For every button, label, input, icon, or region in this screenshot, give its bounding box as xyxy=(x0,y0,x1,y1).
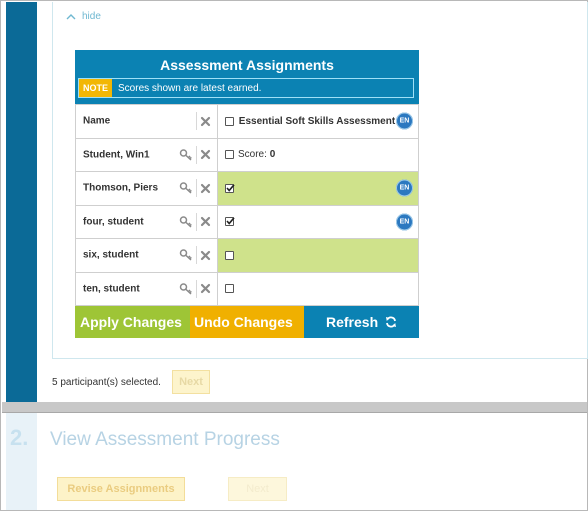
apply-changes-button[interactable]: Apply Changes xyxy=(75,306,190,338)
assessment-header-cell: Essential Soft Skills Assessment EN xyxy=(217,104,419,139)
separator xyxy=(196,179,197,198)
assign-checkbox[interactable] xyxy=(225,183,235,193)
name-header-cell: Name xyxy=(75,104,218,139)
assign-checkbox[interactable] xyxy=(225,284,234,294)
assessment-column-header: Essential Soft Skills Assessment xyxy=(238,115,396,127)
student-name-cell: Student, Win1 xyxy=(75,137,218,172)
assignments-table: Name Essential Soft Skills Assessment EN xyxy=(75,104,419,306)
note-badge: NOTE xyxy=(79,79,113,97)
key-icon[interactable] xyxy=(179,248,193,262)
student-name: ten, student xyxy=(83,283,140,295)
remove-icon[interactable] xyxy=(200,183,211,194)
widget-title: Assessment Assignments xyxy=(160,57,334,73)
assign-checkbox[interactable] xyxy=(225,217,235,227)
student-name-cell: Thomson, Piers xyxy=(75,171,218,206)
assign-checkbox[interactable] xyxy=(225,250,234,260)
step-1-sidebar-bar xyxy=(6,2,37,402)
separator xyxy=(196,112,197,131)
language-badge: EN xyxy=(396,112,413,130)
table-row: Thomson, Piers EN xyxy=(75,171,419,206)
key-icon[interactable] xyxy=(179,181,193,195)
refresh-icon xyxy=(386,316,397,328)
undo-changes-button[interactable]: Undo Changes xyxy=(190,306,304,338)
language-badge: EN xyxy=(396,179,413,197)
step-1-section: hide Assessment Assignments NOTE Scores … xyxy=(2,2,588,402)
remove-all-icon[interactable] xyxy=(200,116,211,127)
assessment-cell: Score: 0 xyxy=(217,137,419,172)
table-row: four, student EN xyxy=(75,204,419,239)
note-text: Scores shown are latest earned. xyxy=(118,82,262,94)
score-label: Score: xyxy=(238,149,267,161)
refresh-label: Refresh xyxy=(325,314,379,330)
checkmark-icon xyxy=(226,183,235,192)
remove-icon[interactable] xyxy=(200,250,211,261)
student-name: four, student xyxy=(83,216,144,228)
assessment-cell: EN xyxy=(217,171,419,206)
student-name: Thomson, Piers xyxy=(83,182,159,194)
action-buttons: Apply Changes Undo Changes Refresh xyxy=(75,306,419,338)
table-row: ten, student xyxy=(75,271,419,306)
section-divider xyxy=(2,402,587,413)
note-bar: NOTE Scores shown are latest earned. xyxy=(78,78,414,98)
assessment-assignments-widget: Assessment Assignments NOTE Scores shown… xyxy=(75,50,419,338)
step-2-next-button[interactable]: Next xyxy=(228,477,287,501)
window-frame: hide Assessment Assignments NOTE Scores … xyxy=(0,0,588,511)
separator xyxy=(196,246,197,265)
table-header-row: Name Essential Soft Skills Assessment EN xyxy=(75,104,419,139)
assessment-cell: EN xyxy=(217,204,419,239)
step-2-section: 2. View Assessment Progress Revise Assig… xyxy=(2,413,587,510)
select-all-checkbox[interactable] xyxy=(225,116,234,126)
next-button[interactable]: Next xyxy=(172,370,210,394)
table-row: six, student xyxy=(75,238,419,273)
refresh-button[interactable]: Refresh xyxy=(304,306,419,338)
student-name-cell: ten, student xyxy=(75,271,218,306)
key-icon[interactable] xyxy=(179,282,193,296)
hide-toggle[interactable]: hide xyxy=(66,11,101,22)
assessment-cell xyxy=(217,238,419,273)
assessment-cell xyxy=(217,271,419,306)
score-text: Score: 0 xyxy=(238,149,275,160)
student-name-cell: six, student xyxy=(75,238,218,273)
language-badge: EN xyxy=(396,213,413,231)
separator xyxy=(196,145,197,164)
checkmark-icon xyxy=(226,217,235,225)
remove-icon[interactable] xyxy=(200,216,211,227)
student-name: six, student xyxy=(83,249,139,261)
table-row: Student, Win1 Score: 0 xyxy=(75,137,419,172)
name-column-header: Name xyxy=(83,115,111,127)
widget-header: Assessment Assignments NOTE Scores shown… xyxy=(75,50,419,104)
student-name: Student, Win1 xyxy=(83,149,150,161)
hide-label: hide xyxy=(82,11,101,22)
student-name-cell: four, student xyxy=(75,204,218,239)
chevron-up-icon xyxy=(66,13,76,19)
key-icon[interactable] xyxy=(179,148,193,162)
key-icon[interactable] xyxy=(179,215,193,229)
remove-icon[interactable] xyxy=(200,283,211,294)
step-2-title: View Assessment Progress xyxy=(50,429,280,450)
score-value: 0 xyxy=(269,149,276,161)
step-2-number: 2. xyxy=(10,425,29,450)
remove-icon[interactable] xyxy=(200,149,211,160)
separator xyxy=(196,279,197,298)
participants-selected-text: 5 participant(s) selected. xyxy=(52,377,161,388)
separator xyxy=(196,212,197,231)
assign-checkbox[interactable] xyxy=(225,150,234,160)
revise-assignments-button[interactable]: Revise Assignments xyxy=(57,477,185,501)
